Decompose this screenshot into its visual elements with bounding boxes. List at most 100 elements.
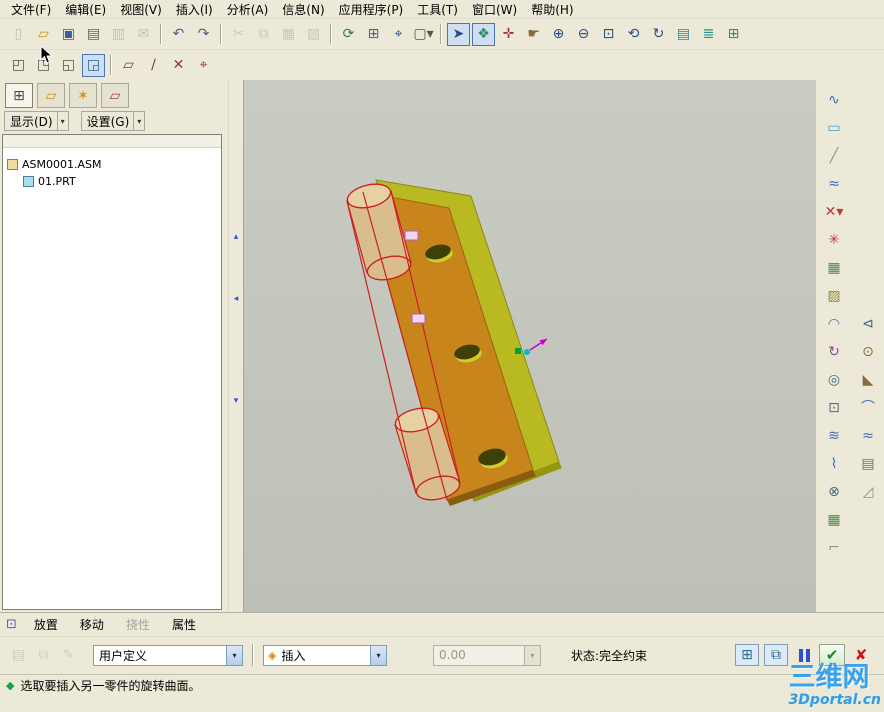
- settings-dropdown-button[interactable]: 设置(G) ▾: [80, 111, 146, 131]
- datum-csys-button[interactable]: ⌖: [192, 54, 215, 77]
- cut-button[interactable]: ✂: [227, 23, 250, 46]
- separator[interactable]: [330, 24, 332, 44]
- curve-tool-button[interactable]: ⌇: [822, 452, 846, 476]
- copy-geometry-button[interactable]: ⊞: [362, 23, 385, 46]
- paste-button[interactable]: ▦: [277, 23, 300, 46]
- datum-axis-button[interactable]: ∕: [142, 54, 165, 77]
- sash-collapse-left[interactable]: ◂: [234, 294, 239, 304]
- placement-page-button[interactable]: ▤: [7, 644, 30, 667]
- tree-item-01prt[interactable]: 01.PRT: [3, 173, 221, 190]
- constraint-type-combobox[interactable]: ◈ 插入 ▾: [263, 644, 387, 666]
- line-tool-button[interactable]: ╱: [822, 144, 846, 168]
- pan-button[interactable]: ☛: [522, 23, 545, 46]
- point-star-tool-button[interactable]: ✳: [822, 228, 846, 252]
- intersect-tool-button[interactable]: ⊗: [822, 480, 846, 504]
- menu-view[interactable]: 视图(V): [113, 0, 169, 20]
- view-manager-button[interactable]: ⊞: [722, 23, 745, 46]
- sash-collapse-up[interactable]: ▴: [234, 232, 239, 242]
- menu-insert[interactable]: 插入(I): [169, 0, 220, 20]
- find-button[interactable]: ⌖: [387, 23, 410, 46]
- pause-button[interactable]: [792, 644, 816, 666]
- cancel-button[interactable]: ✘: [848, 644, 874, 666]
- separator[interactable]: [440, 24, 442, 44]
- arc-tool-button[interactable]: ◠: [822, 312, 846, 336]
- window-activate-button[interactable]: ◲: [82, 53, 105, 77]
- menu-info[interactable]: 信息(N): [275, 0, 331, 20]
- wave-tool-button[interactable]: ≈: [856, 424, 880, 448]
- dashboard-tab-placement[interactable]: 放置: [23, 614, 69, 635]
- dashboard-tab-flexibility[interactable]: 挠性: [115, 614, 161, 635]
- corner-tool-button[interactable]: ⌐: [822, 536, 846, 560]
- menu-window[interactable]: 窗口(W): [465, 0, 524, 20]
- drag-handle-middle[interactable]: [411, 313, 426, 324]
- regenerate-button[interactable]: ⟳: [337, 23, 360, 46]
- chevron-down-icon[interactable]: ▾: [370, 645, 386, 665]
- select-box-button[interactable]: ❖: [472, 22, 495, 46]
- model-tree-tab[interactable]: ⊞: [5, 83, 33, 108]
- grid-tool-button[interactable]: ▦: [822, 508, 846, 532]
- chevron-down-icon[interactable]: ▾: [226, 645, 242, 665]
- zoom-fit-button[interactable]: ⊡: [597, 23, 620, 46]
- pattern-tool-button[interactable]: ▦: [822, 256, 846, 280]
- datum-plane-button[interactable]: ▱: [117, 54, 140, 77]
- placement-copy-button[interactable]: ⧉: [32, 644, 55, 667]
- drag-handle-top[interactable]: [404, 230, 419, 241]
- dashboard-tab-properties[interactable]: 属性: [161, 614, 207, 635]
- selection-filter-button[interactable]: ▢▾: [412, 23, 435, 46]
- separator[interactable]: [160, 24, 162, 44]
- project-tool-button[interactable]: ⊡: [822, 396, 846, 420]
- reorient-button[interactable]: ↻: [647, 23, 670, 46]
- menu-applications[interactable]: 应用程序(P): [332, 0, 411, 20]
- separator[interactable]: [220, 24, 222, 44]
- mirror-tool-button[interactable]: ⊲: [856, 312, 880, 336]
- datum-point-button[interactable]: ✕: [167, 54, 190, 77]
- menu-help[interactable]: 帮助(H): [524, 0, 580, 20]
- zoom-out-button[interactable]: ⊖: [572, 23, 595, 46]
- paste-special-button[interactable]: ▧: [302, 23, 325, 46]
- style-tool-button[interactable]: ∿: [822, 88, 846, 112]
- favorites-tab[interactable]: ✶: [69, 83, 97, 108]
- model-canvas[interactable]: [244, 80, 816, 612]
- round-tool-button[interactable]: ⊙: [856, 340, 880, 364]
- menu-analysis[interactable]: 分析(A): [220, 0, 276, 20]
- layers-button[interactable]: ≣: [697, 23, 720, 46]
- dashboard-tab-move[interactable]: 移动: [69, 614, 115, 635]
- show-dropdown-button[interactable]: 显示(D) ▾: [4, 111, 69, 131]
- undo-button[interactable]: ↶: [167, 23, 190, 46]
- new-file-button[interactable]: ▯: [7, 23, 30, 46]
- ok-button[interactable]: ✔: [819, 644, 845, 666]
- separator[interactable]: [110, 55, 112, 75]
- model-window-toggle[interactable]: ⧉: [764, 644, 788, 666]
- placement-edit-button[interactable]: ✎: [57, 644, 80, 667]
- send-mail-button[interactable]: ✉: [132, 23, 155, 46]
- window-tile-button[interactable]: ◰: [7, 54, 30, 77]
- folder-browser-tab[interactable]: ▱: [37, 83, 65, 108]
- print-preview-button[interactable]: ▥: [107, 23, 130, 46]
- rotate-tool-button[interactable]: ↻: [822, 340, 846, 364]
- repaint-button[interactable]: ⟲: [622, 23, 645, 46]
- save-file-button[interactable]: ▣: [57, 23, 80, 46]
- wrap-tool-button[interactable]: ≋: [822, 424, 846, 448]
- window-close-button[interactable]: ◱: [57, 54, 80, 77]
- point-tool-button[interactable]: ✕▾: [822, 200, 846, 224]
- redo-button[interactable]: ↷: [192, 23, 215, 46]
- 3d-viewport[interactable]: [243, 80, 816, 612]
- arc-segment-tool-button[interactable]: ⌒: [856, 396, 880, 420]
- offset-tool-button[interactable]: ◎: [822, 368, 846, 392]
- sash-collapse-down[interactable]: ▾: [234, 396, 239, 406]
- zoom-in-button[interactable]: ⊕: [547, 23, 570, 46]
- rectangle-tool-button[interactable]: ▭: [822, 116, 846, 140]
- copy-button[interactable]: ⧉: [252, 23, 275, 46]
- chamfer-tool-button[interactable]: ◣: [856, 368, 880, 392]
- connections-tab[interactable]: ▱: [101, 83, 129, 108]
- menu-edit[interactable]: 编辑(E): [58, 0, 113, 20]
- preset-combobox[interactable]: 用户定义 ▾: [93, 644, 243, 666]
- hatch-tool-button[interactable]: ▨: [822, 284, 846, 308]
- preview-window-toggle[interactable]: ⊞: [735, 644, 759, 666]
- print-button[interactable]: ▤: [82, 23, 105, 46]
- select-items-button[interactable]: ➤: [447, 22, 470, 46]
- spline-tool-button[interactable]: ≈: [822, 172, 846, 196]
- open-file-button[interactable]: ▱: [32, 23, 55, 46]
- menu-tools[interactable]: 工具(T): [410, 0, 465, 20]
- triangle-tool-button[interactable]: ◿: [856, 480, 880, 504]
